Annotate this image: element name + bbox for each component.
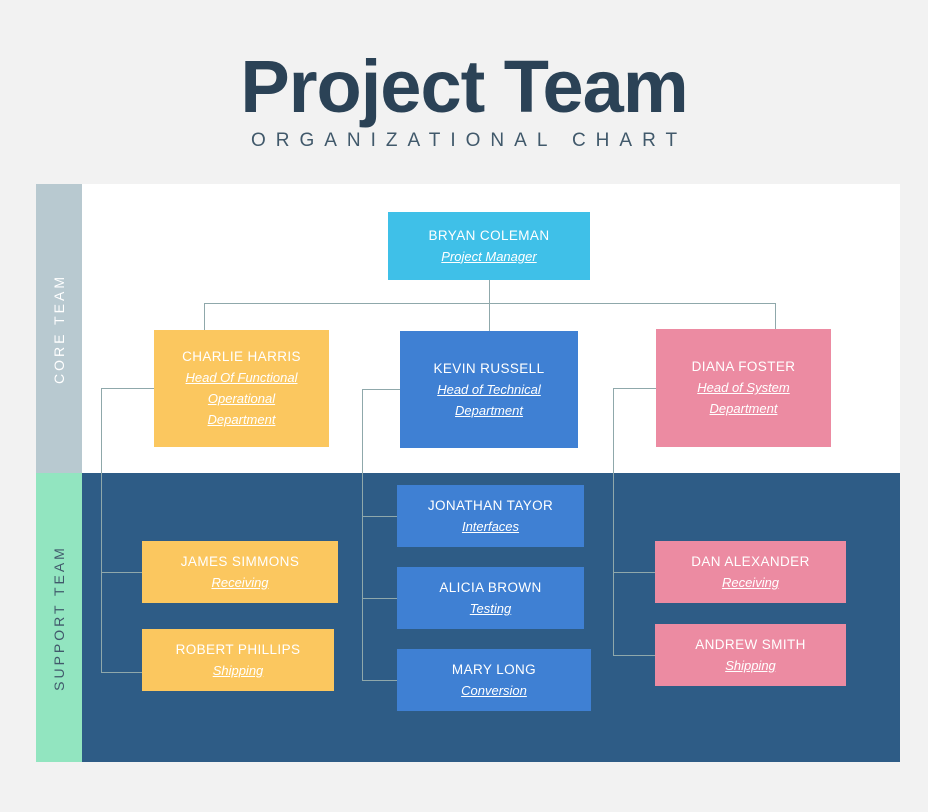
node-role-line-1: Head Of Functional xyxy=(185,370,298,385)
node-diana-foster[interactable]: DIANA FOSTER Head of System Department xyxy=(656,329,831,447)
connector-drop-kevin xyxy=(489,303,490,331)
node-name: DAN ALEXANDER xyxy=(691,553,810,569)
connector-diana-spine xyxy=(613,388,614,655)
band-label-support-team: SUPPORT TEAM xyxy=(36,473,82,762)
node-kevin-russell[interactable]: KEVIN RUSSELL Head of Technical Departme… xyxy=(400,331,578,448)
band-label-core-team: CORE TEAM xyxy=(36,184,82,473)
node-role-line-3: Department xyxy=(207,412,276,427)
node-name: KEVIN RUSSELL xyxy=(433,360,545,376)
node-mary-long[interactable]: MARY LONG Conversion xyxy=(397,649,591,711)
connector-charlie-stub xyxy=(101,388,154,389)
node-role: Shipping xyxy=(212,662,264,678)
node-bryan-coleman[interactable]: BRYAN COLEMAN Project Manager xyxy=(388,212,590,280)
connector-drop-diana xyxy=(775,303,776,329)
core-team-label: CORE TEAM xyxy=(51,273,68,384)
node-name: ANDREW SMITH xyxy=(695,636,806,652)
page-subtitle: ORGANIZATIONAL CHART xyxy=(250,130,688,151)
node-role: Conversion xyxy=(461,682,527,698)
node-role: Shipping xyxy=(725,657,776,673)
node-alicia-brown[interactable]: ALICIA BROWN Testing xyxy=(397,567,584,629)
connector-kevin-spine xyxy=(362,389,363,680)
node-role-line-2: Operational xyxy=(207,391,276,406)
node-james-simmons[interactable]: JAMES SIMMONS Receiving xyxy=(142,541,338,603)
node-role: Receiving xyxy=(211,574,269,590)
node-role-line-1: Head of System xyxy=(697,380,790,395)
node-role: Receiving xyxy=(721,574,780,590)
node-dan-alexander[interactable]: DAN ALEXANDER Receiving xyxy=(655,541,846,603)
node-role-line-1: Head of Technical xyxy=(437,381,541,397)
node-name: JAMES SIMMONS xyxy=(180,553,300,569)
node-name: CHARLIE HARRIS xyxy=(182,349,301,364)
node-name: ALICIA BROWN xyxy=(439,579,542,595)
node-charlie-harris[interactable]: CHARLIE HARRIS Head Of Functional Operat… xyxy=(154,330,329,447)
node-name: DIANA FOSTER xyxy=(691,359,796,374)
node-andrew-smith[interactable]: ANDREW SMITH Shipping xyxy=(655,624,846,686)
node-name: JONATHAN TAYOR xyxy=(427,497,554,513)
support-team-label: SUPPORT TEAM xyxy=(51,544,68,691)
connector-drop-charlie xyxy=(204,303,205,330)
node-name: BRYAN COLEMAN xyxy=(428,227,550,243)
node-role: Testing xyxy=(469,600,512,616)
connector-charlie-spine xyxy=(101,388,102,672)
node-robert-phillips[interactable]: ROBERT PHILLIPS Shipping xyxy=(142,629,334,691)
node-role-line-2: Department xyxy=(709,401,778,416)
node-name: MARY LONG xyxy=(451,661,537,677)
node-role-line-2: Department xyxy=(455,402,523,418)
org-chart-canvas: CORE TEAM SUPPORT TEAM BRYAN COLEMAN Pro… xyxy=(36,184,900,762)
node-role: Project Manager xyxy=(441,248,537,264)
page-title: Project Team xyxy=(240,45,688,128)
node-name: ROBERT PHILLIPS xyxy=(175,641,301,657)
node-role: Interfaces xyxy=(461,518,520,534)
node-jonathan-tayor[interactable]: JONATHAN TAYOR Interfaces xyxy=(397,485,584,547)
connector-root-drop xyxy=(489,280,490,303)
page-header: Project Team ORGANIZATIONAL CHART xyxy=(0,0,928,184)
